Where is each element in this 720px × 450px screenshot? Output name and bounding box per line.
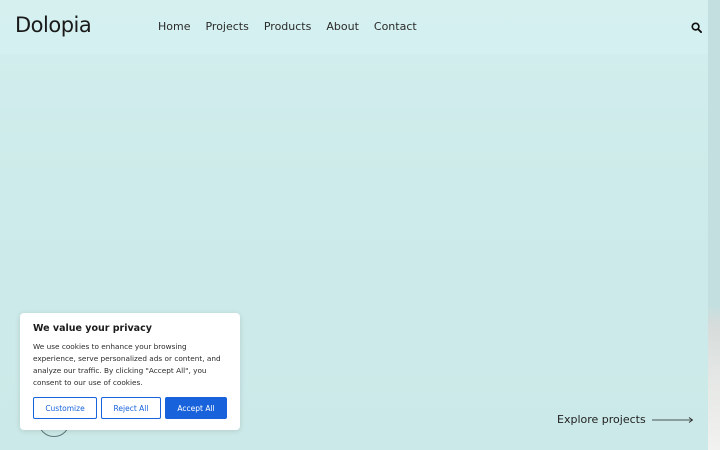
main-nav: Home Projects Products About Contact xyxy=(158,20,417,33)
site-logo[interactable]: Dolopia xyxy=(15,12,107,40)
nav-projects[interactable]: Projects xyxy=(205,20,248,33)
explore-projects-link[interactable]: Explore projects xyxy=(557,413,694,426)
site-header: Dolopia Home Projects Products About Con… xyxy=(0,0,708,54)
nav-contact[interactable]: Contact xyxy=(374,20,417,33)
hero-image-edge xyxy=(708,0,720,450)
nav-home[interactable]: Home xyxy=(158,20,190,33)
cookie-consent-banner: We value your privacy We use cookies to … xyxy=(20,313,240,430)
reject-all-button[interactable]: Reject All xyxy=(101,397,161,419)
explore-projects-label: Explore projects xyxy=(557,413,646,426)
accept-all-button[interactable]: Accept All xyxy=(165,397,227,419)
cookie-title: We value your privacy xyxy=(33,323,152,334)
search-icon[interactable] xyxy=(691,22,702,33)
svg-text:Dolopia: Dolopia xyxy=(15,13,91,37)
nav-about[interactable]: About xyxy=(326,20,359,33)
customize-button[interactable]: Customize xyxy=(33,397,97,419)
nav-products[interactable]: Products xyxy=(264,20,312,33)
cookie-description: We use cookies to enhance your browsing … xyxy=(33,342,221,387)
arrow-right-icon xyxy=(651,416,693,423)
